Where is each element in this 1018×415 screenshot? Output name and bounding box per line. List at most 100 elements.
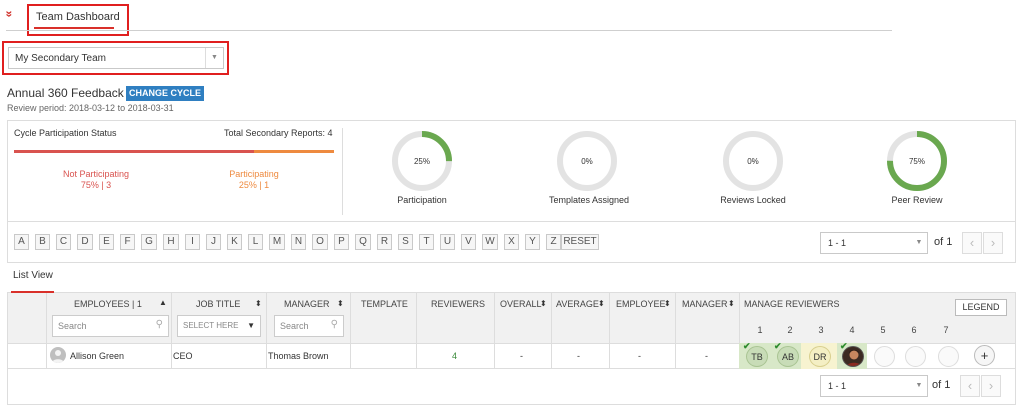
reviewer-chip[interactable]: DR bbox=[809, 346, 831, 367]
collapse-chevron-icon[interactable]: » bbox=[2, 11, 16, 18]
reviews-locked-label: Reviews Locked bbox=[720, 195, 786, 205]
sort-icon[interactable]: ⬍ bbox=[255, 299, 262, 308]
letter-filter-l[interactable]: L bbox=[248, 234, 263, 250]
check-icon: ✔ bbox=[840, 341, 848, 351]
header-employee-score[interactable]: EMPLOYEE bbox=[616, 299, 666, 309]
participation-label: Participation bbox=[397, 195, 447, 205]
letter-filter-v[interactable]: V bbox=[461, 234, 476, 250]
pager-select-bottom[interactable]: 1 - 1 ▼ bbox=[820, 375, 928, 397]
reviewer-slot-empty[interactable] bbox=[874, 346, 895, 367]
peer-review-donut: 75% bbox=[887, 131, 947, 191]
templates-assigned-percent: 0% bbox=[581, 157, 593, 166]
sort-icon[interactable]: ⬍ bbox=[664, 299, 671, 308]
add-reviewer-button[interactable]: + bbox=[974, 345, 995, 366]
letter-filter-o[interactable]: O bbox=[312, 234, 328, 250]
pager-select-value: 1 - 1 bbox=[828, 381, 847, 391]
letter-filter-q[interactable]: Q bbox=[355, 234, 371, 250]
letter-filter-j[interactable]: J bbox=[206, 234, 221, 250]
reviewers-count[interactable]: 4 bbox=[452, 351, 457, 361]
letter-filter-p[interactable]: P bbox=[334, 234, 349, 250]
header-job-title[interactable]: JOB TITLE bbox=[196, 299, 240, 309]
tab-list-view[interactable]: List View bbox=[13, 270, 53, 281]
letter-filter-x[interactable]: X bbox=[504, 234, 519, 250]
header-overall[interactable]: OVERALL bbox=[500, 299, 542, 309]
letter-filter-e[interactable]: E bbox=[99, 234, 114, 250]
legend-button[interactable]: LEGEND bbox=[955, 299, 1007, 316]
letter-filter-u[interactable]: U bbox=[440, 234, 455, 250]
check-icon: ✔ bbox=[774, 341, 782, 351]
reviewer-slot-number: 6 bbox=[911, 325, 917, 335]
letter-filter-d[interactable]: D bbox=[77, 234, 93, 250]
job-title-placeholder: SELECT HERE bbox=[183, 321, 239, 330]
change-cycle-button[interactable]: CHANGE CYCLE bbox=[126, 86, 205, 101]
next-page-button[interactable]: › bbox=[983, 232, 1003, 254]
letter-filter-y[interactable]: Y bbox=[525, 234, 540, 250]
letter-filter-f[interactable]: F bbox=[120, 234, 135, 250]
sort-asc-icon[interactable]: ▲ bbox=[159, 298, 167, 307]
employees-search-input[interactable]: Search ⚲ bbox=[52, 315, 169, 337]
letter-filter-g[interactable]: G bbox=[141, 234, 157, 250]
sort-icon[interactable]: ⬍ bbox=[598, 299, 605, 308]
sort-icon[interactable]: ⬍ bbox=[337, 299, 344, 308]
pager-select-value: 1 - 1 bbox=[828, 238, 847, 248]
prev-page-button[interactable]: ‹ bbox=[962, 232, 982, 254]
sort-icon[interactable]: ⬍ bbox=[728, 299, 735, 308]
tab-active-indicator bbox=[34, 27, 114, 29]
letter-filter-i[interactable]: I bbox=[185, 234, 200, 250]
header-divider bbox=[6, 30, 892, 31]
participating-label: Participating bbox=[229, 169, 279, 179]
summary-panel bbox=[7, 120, 1016, 221]
next-page-button[interactable]: › bbox=[981, 375, 1001, 397]
peer-review-percent: 75% bbox=[909, 157, 925, 166]
pager-of-label: of 1 bbox=[932, 379, 951, 391]
chevron-down-icon: ▼ bbox=[915, 239, 923, 246]
review-period: Review period: 2018-03-12 to 2018-03-31 bbox=[7, 103, 174, 113]
letter-filter-s[interactable]: S bbox=[398, 234, 413, 250]
reviewer-slot-number: 2 bbox=[787, 325, 793, 335]
peer-review-label: Peer Review bbox=[891, 195, 943, 205]
letter-filter-k[interactable]: K bbox=[227, 234, 242, 250]
column-divider bbox=[171, 293, 172, 369]
letter-filter-t[interactable]: T bbox=[419, 234, 434, 250]
manager-search-input[interactable]: Search ⚲ bbox=[274, 315, 344, 337]
letter-filter-h[interactable]: H bbox=[163, 234, 179, 250]
tab-team-dashboard[interactable]: Team Dashboard bbox=[36, 11, 120, 23]
team-select[interactable]: My Secondary Team ▼ bbox=[8, 47, 224, 69]
check-icon: ✔ bbox=[743, 341, 751, 351]
templates-assigned-label: Templates Assigned bbox=[548, 195, 630, 205]
letter-filter-a[interactable]: A bbox=[14, 234, 29, 250]
column-divider bbox=[609, 293, 610, 369]
manager-score: - bbox=[705, 351, 708, 361]
prev-page-button[interactable]: ‹ bbox=[960, 375, 980, 397]
pager-select-top[interactable]: 1 - 1 ▼ bbox=[820, 232, 928, 254]
letter-filter-c[interactable]: C bbox=[56, 234, 71, 250]
letter-filter-b[interactable]: B bbox=[35, 234, 50, 250]
sort-icon[interactable]: ⬍ bbox=[540, 299, 547, 308]
manager-cell: Thomas Brown bbox=[268, 351, 329, 361]
header-average[interactable]: AVERAGE bbox=[556, 299, 599, 309]
column-divider bbox=[350, 293, 351, 369]
templates-assigned-donut: 0% bbox=[557, 131, 617, 191]
participating-bar bbox=[254, 150, 334, 153]
column-divider bbox=[46, 293, 47, 369]
participating-value: 25% | 1 bbox=[238, 180, 270, 190]
not-participating-value: 75% | 3 bbox=[80, 180, 112, 190]
reviewer-slot-empty[interactable] bbox=[905, 346, 926, 367]
pager-of-label: of 1 bbox=[934, 236, 953, 248]
employee-name[interactable]: Allison Green bbox=[70, 351, 124, 361]
reviewer-slot-number: 7 bbox=[943, 325, 949, 335]
chevron-down-icon: ▼ bbox=[915, 382, 923, 389]
letter-filter-r[interactable]: R bbox=[377, 234, 392, 250]
letter-filter-m[interactable]: M bbox=[269, 234, 285, 250]
reviews-locked-donut: 0% bbox=[723, 131, 783, 191]
header-employees[interactable]: EMPLOYEES | 1 bbox=[74, 299, 142, 309]
letter-filter-z[interactable]: Z bbox=[546, 234, 561, 250]
letter-filter-n[interactable]: N bbox=[291, 234, 306, 250]
letter-filter-w[interactable]: W bbox=[482, 234, 498, 250]
reviewer-slot-empty[interactable] bbox=[938, 346, 959, 367]
header-manager-score[interactable]: MANAGER bbox=[682, 299, 728, 309]
not-participating-label: Not Participating bbox=[62, 169, 130, 179]
reset-button[interactable]: RESET bbox=[561, 234, 599, 250]
header-manager[interactable]: MANAGER bbox=[284, 299, 330, 309]
job-title-select[interactable]: SELECT HERE ▼ bbox=[177, 315, 261, 337]
